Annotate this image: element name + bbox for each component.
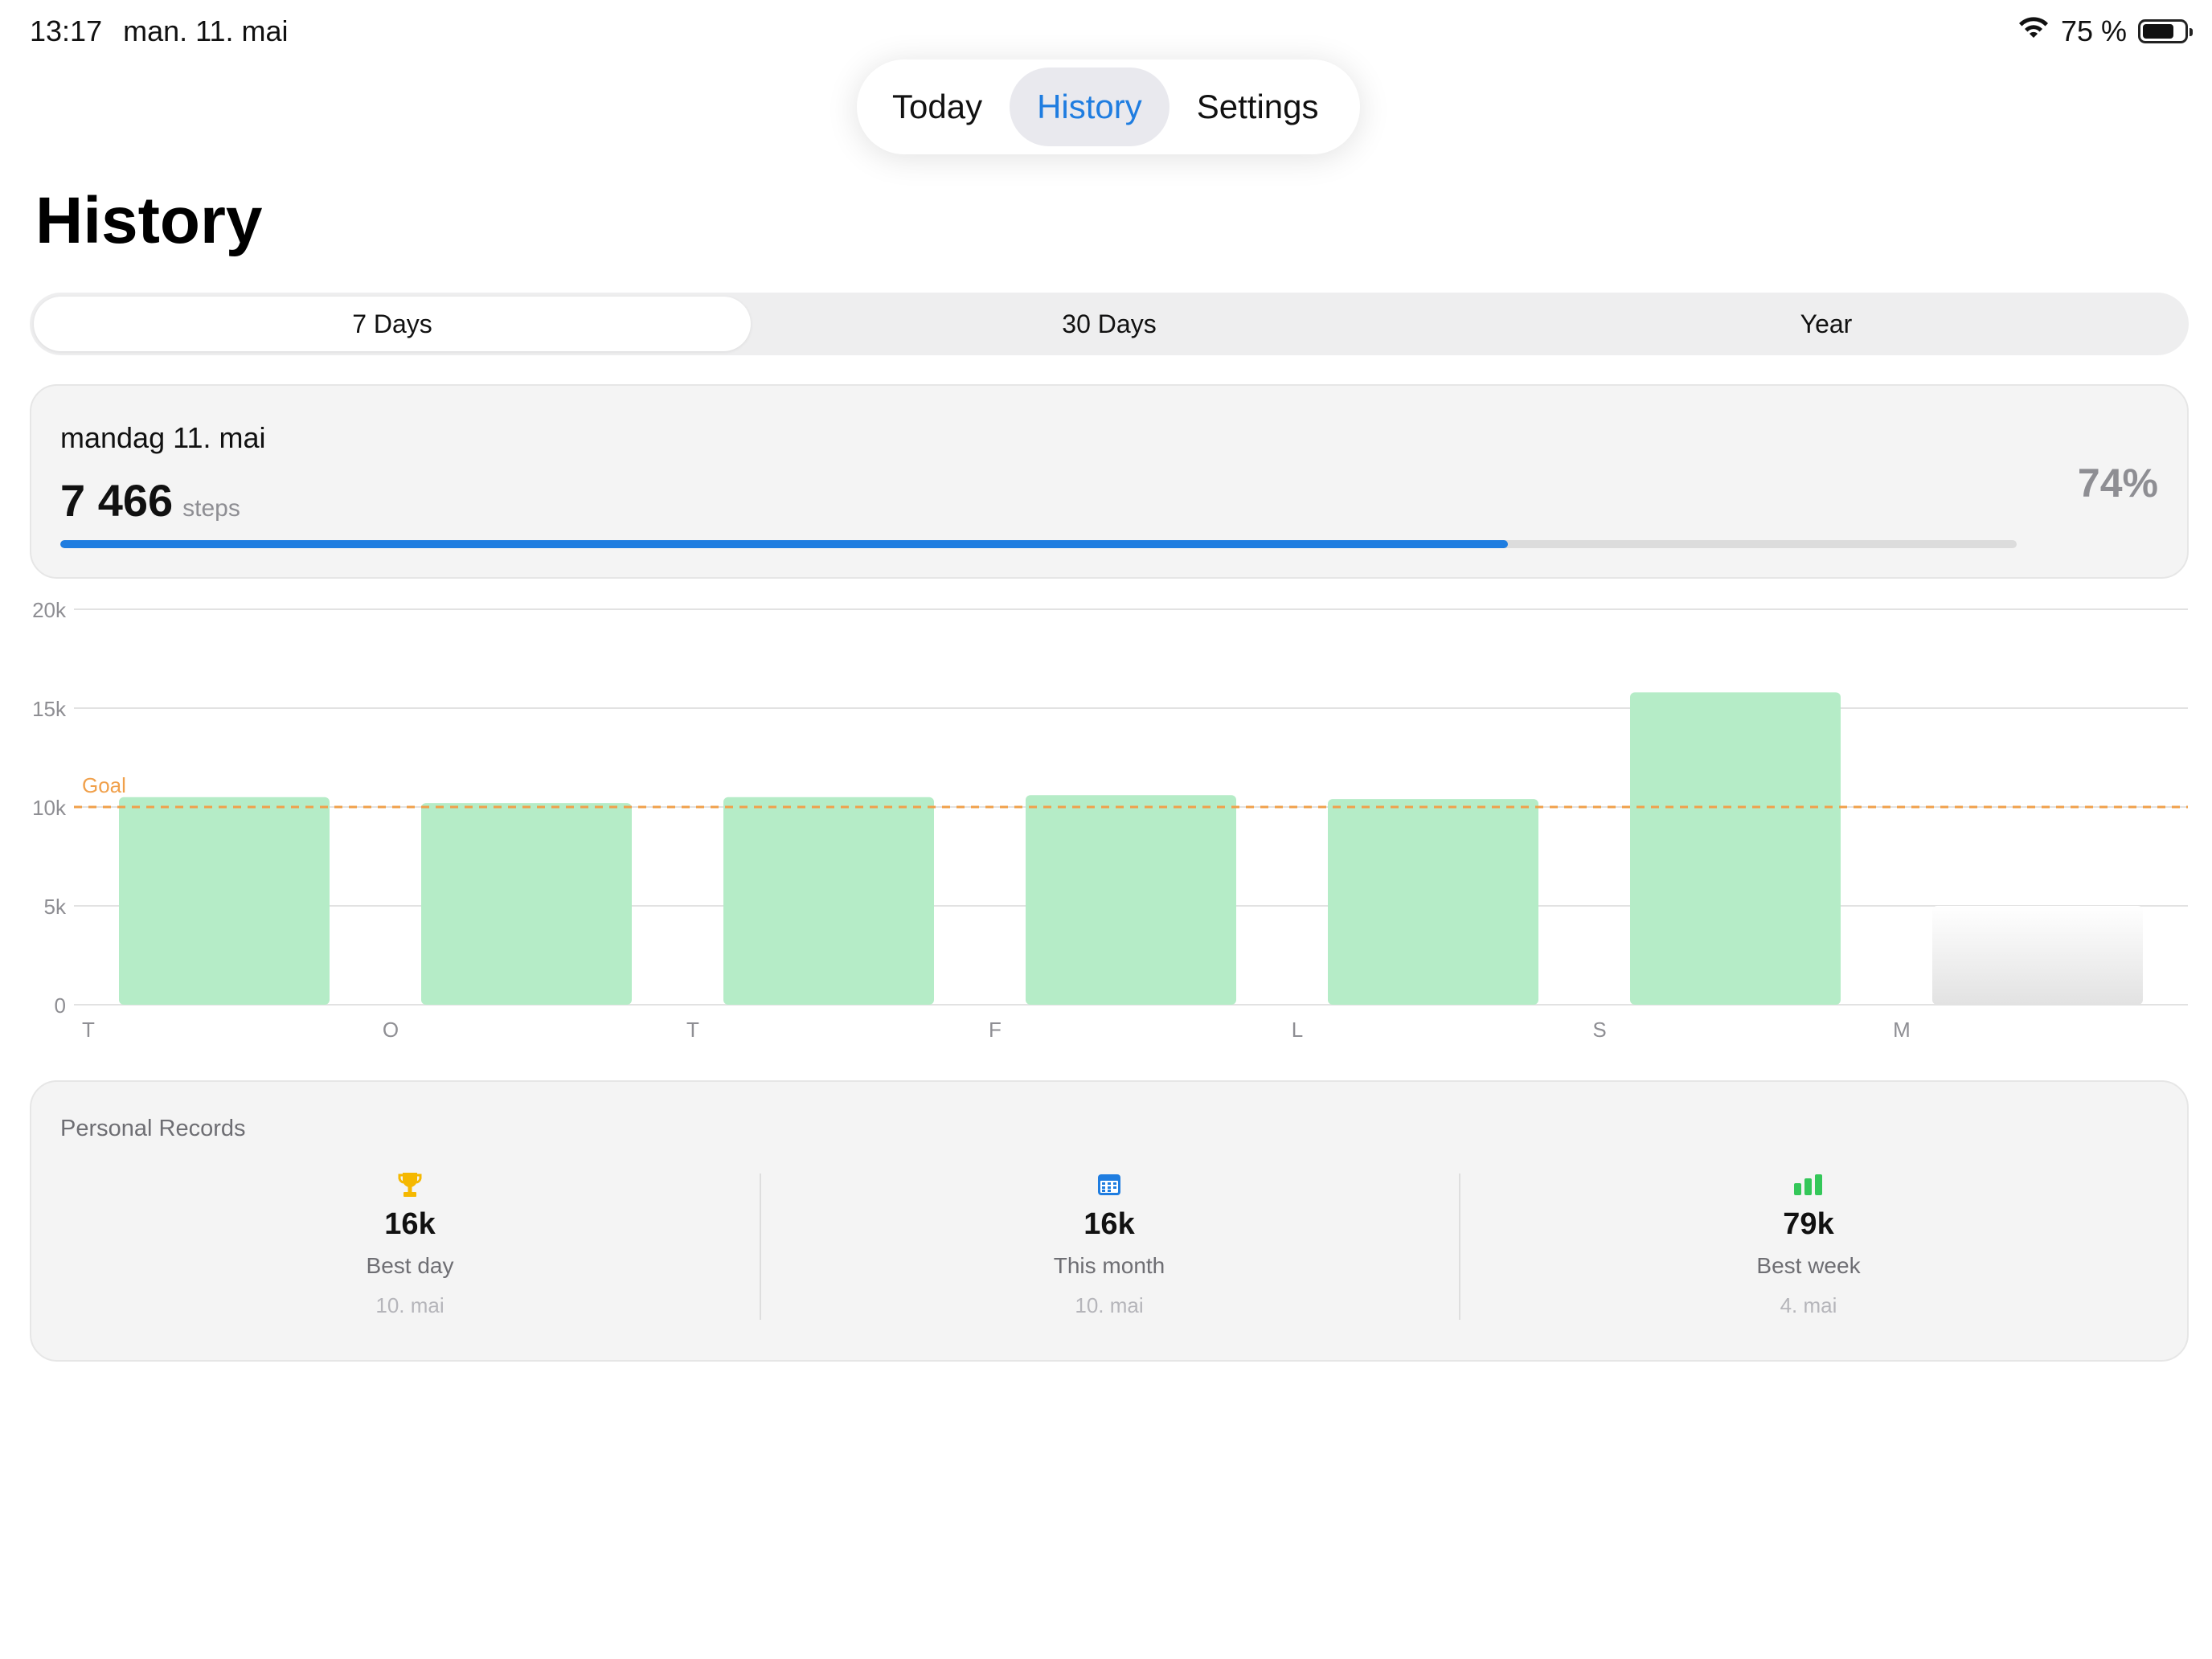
range-30-days[interactable]: 30 Days: [751, 297, 1468, 351]
x-tick-label: T: [686, 1018, 699, 1042]
range-year[interactable]: Year: [1468, 297, 2185, 351]
status-time: 13:17: [30, 14, 103, 47]
range-segmented-control: 7 Days 30 Days Year: [30, 293, 2189, 355]
personal-records-card: Personal Records 16k Best day 10. mai 16…: [30, 1080, 2189, 1362]
record-date: 10. mai: [1075, 1293, 1144, 1317]
goal-label: Goal: [82, 773, 126, 797]
record-label: Best week: [1756, 1253, 1861, 1278]
day-summary-card[interactable]: mandag 11. mai 7 466 steps 74%: [30, 384, 2189, 579]
wifi-icon: [2017, 14, 2050, 48]
status-left: 13:17 man. 11. mai: [30, 14, 289, 48]
goal-progress-bar: [60, 540, 2017, 548]
y-tick-label: 5k: [44, 895, 67, 919]
record-best-day: 16k Best day 10. mai: [60, 1169, 760, 1321]
steps-count: 7 466: [60, 475, 174, 526]
record-best-week: 79k Best week 4. mai: [1459, 1169, 2158, 1321]
trophy-icon: [398, 1169, 422, 1201]
record-date: 4. mai: [1780, 1293, 1837, 1317]
x-tick-label: F: [989, 1018, 1002, 1042]
summary-steps: 7 466 steps: [60, 474, 240, 526]
x-tick-label: L: [1292, 1018, 1303, 1042]
x-tick-label: S: [1592, 1018, 1606, 1042]
chart-bar: [1630, 692, 1841, 1005]
y-tick-label: 15k: [32, 697, 67, 721]
steps-unit: steps: [182, 495, 240, 522]
steps-bar-chart: 0 5k 10k 15k 20k T O T F L S M Goal: [32, 598, 2188, 1042]
y-tick-label: 0: [55, 993, 66, 1018]
chart-bar: [1026, 795, 1236, 1005]
tab-history[interactable]: History: [1010, 68, 1169, 146]
top-tab-bar: Today History Settings: [857, 59, 1360, 154]
status-date: man. 11. mai: [123, 14, 289, 47]
chart-bar: [723, 797, 934, 1005]
chart-bar: [421, 803, 632, 1005]
record-this-month: 16k This month 10. mai: [760, 1169, 1459, 1321]
tab-settings[interactable]: Settings: [1169, 68, 1346, 146]
summary-date: mandag 11. mai: [60, 421, 266, 454]
status-right: 75 %: [2017, 14, 2193, 48]
chart-bar: [1328, 799, 1538, 1005]
records-row: 16k Best day 10. mai 16k This month 10. …: [60, 1169, 2158, 1321]
record-label: Best day: [366, 1253, 454, 1278]
bar-chart-icon: [1793, 1169, 1824, 1201]
goal-progress-fill: [60, 540, 1509, 548]
page-title: History: [35, 184, 263, 257]
record-value: 16k: [1083, 1207, 1135, 1241]
records-title: Personal Records: [60, 1116, 246, 1141]
x-tick-label: T: [82, 1018, 95, 1042]
record-label: This month: [1053, 1253, 1165, 1278]
y-tick-label: 10k: [32, 796, 67, 820]
chart-bar: [119, 797, 330, 1005]
tab-today[interactable]: Today: [865, 68, 1010, 146]
status-bar: 13:17 man. 11. mai 75 %: [0, 0, 2212, 64]
goal-percent: 74%: [2077, 461, 2158, 506]
record-date: 10. mai: [375, 1293, 444, 1317]
battery-icon: [2138, 19, 2193, 43]
battery-percent: 75 %: [2060, 14, 2127, 47]
range-7-days[interactable]: 7 Days: [34, 297, 751, 351]
y-tick-label: 20k: [32, 598, 67, 622]
record-value: 79k: [1783, 1207, 1834, 1241]
chart-bar: [1932, 906, 2143, 1005]
record-value: 16k: [384, 1207, 436, 1241]
calendar-icon: [1097, 1169, 1121, 1201]
x-tick-label: M: [1893, 1018, 1911, 1042]
x-tick-label: O: [383, 1018, 399, 1042]
